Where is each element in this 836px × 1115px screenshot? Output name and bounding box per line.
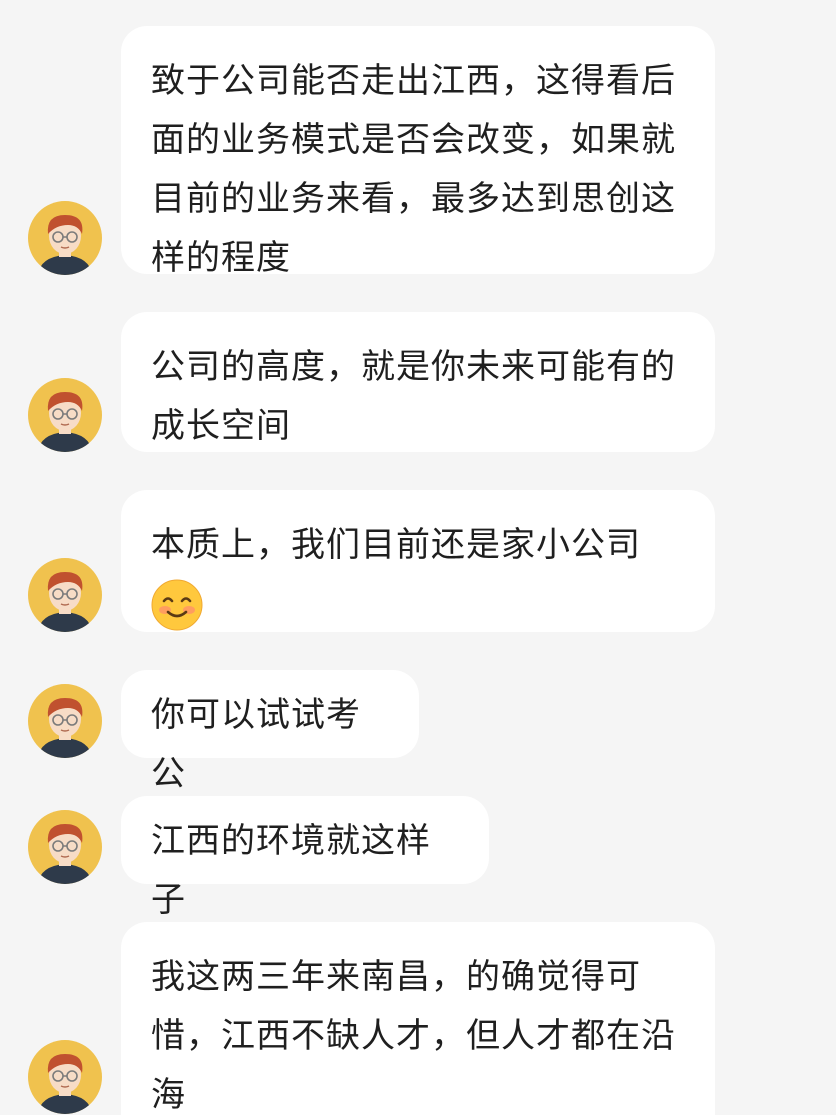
message-line: 面的业务模式是否会改变，如果就 (151, 120, 676, 160)
chat-message-list: 致于公司能否走出江西，这得看后 面的业务模式是否会改变，如果就 目前的业务来看，… (0, 0, 836, 1115)
smiling-face-emoji-icon (151, 579, 203, 631)
message-bubble[interactable]: 你可以试试考公 (121, 670, 419, 794)
avatar-icon[interactable] (28, 684, 102, 758)
message-line: 本质上，我们目前还是家小公司 (151, 525, 641, 565)
message-line: 惜，江西不缺人才，但人才都在沿 (151, 1016, 676, 1056)
message-line: 样的程度 (151, 238, 291, 278)
message-bubble[interactable]: 公司的高度，就是你未来可能有的 成长空间 (121, 312, 715, 452)
avatar-icon[interactable] (28, 810, 102, 884)
message-bubble[interactable]: 本质上，我们目前还是家小公司 (121, 490, 715, 632)
avatar-icon[interactable] (28, 1040, 102, 1114)
message-line: 成长空间 (151, 406, 291, 446)
message-line: 目前的业务来看，最多达到思创这 (151, 179, 676, 219)
avatar-icon[interactable] (28, 201, 102, 275)
message-bubble[interactable]: 致于公司能否走出江西，这得看后 面的业务模式是否会改变，如果就 目前的业务来看，… (121, 26, 715, 278)
avatar-icon[interactable] (28, 378, 102, 452)
message-bubble[interactable]: 江西的环境就这样子 (121, 796, 489, 920)
message-line: 你可以试试考公 (151, 695, 361, 794)
avatar-icon[interactable] (28, 558, 102, 632)
message-line: 公司的高度，就是你未来可能有的 (151, 347, 676, 387)
message-line: 海 (151, 1075, 186, 1115)
message-line: 江西的环境就这样子 (151, 821, 431, 920)
message-line: 致于公司能否走出江西，这得看后 (151, 61, 676, 101)
message-bubble[interactable]: 我这两三年来南昌，的确觉得可 惜，江西不缺人才，但人才都在沿 海 (121, 922, 715, 1115)
message-line: 我这两三年来南昌，的确觉得可 (151, 957, 641, 997)
